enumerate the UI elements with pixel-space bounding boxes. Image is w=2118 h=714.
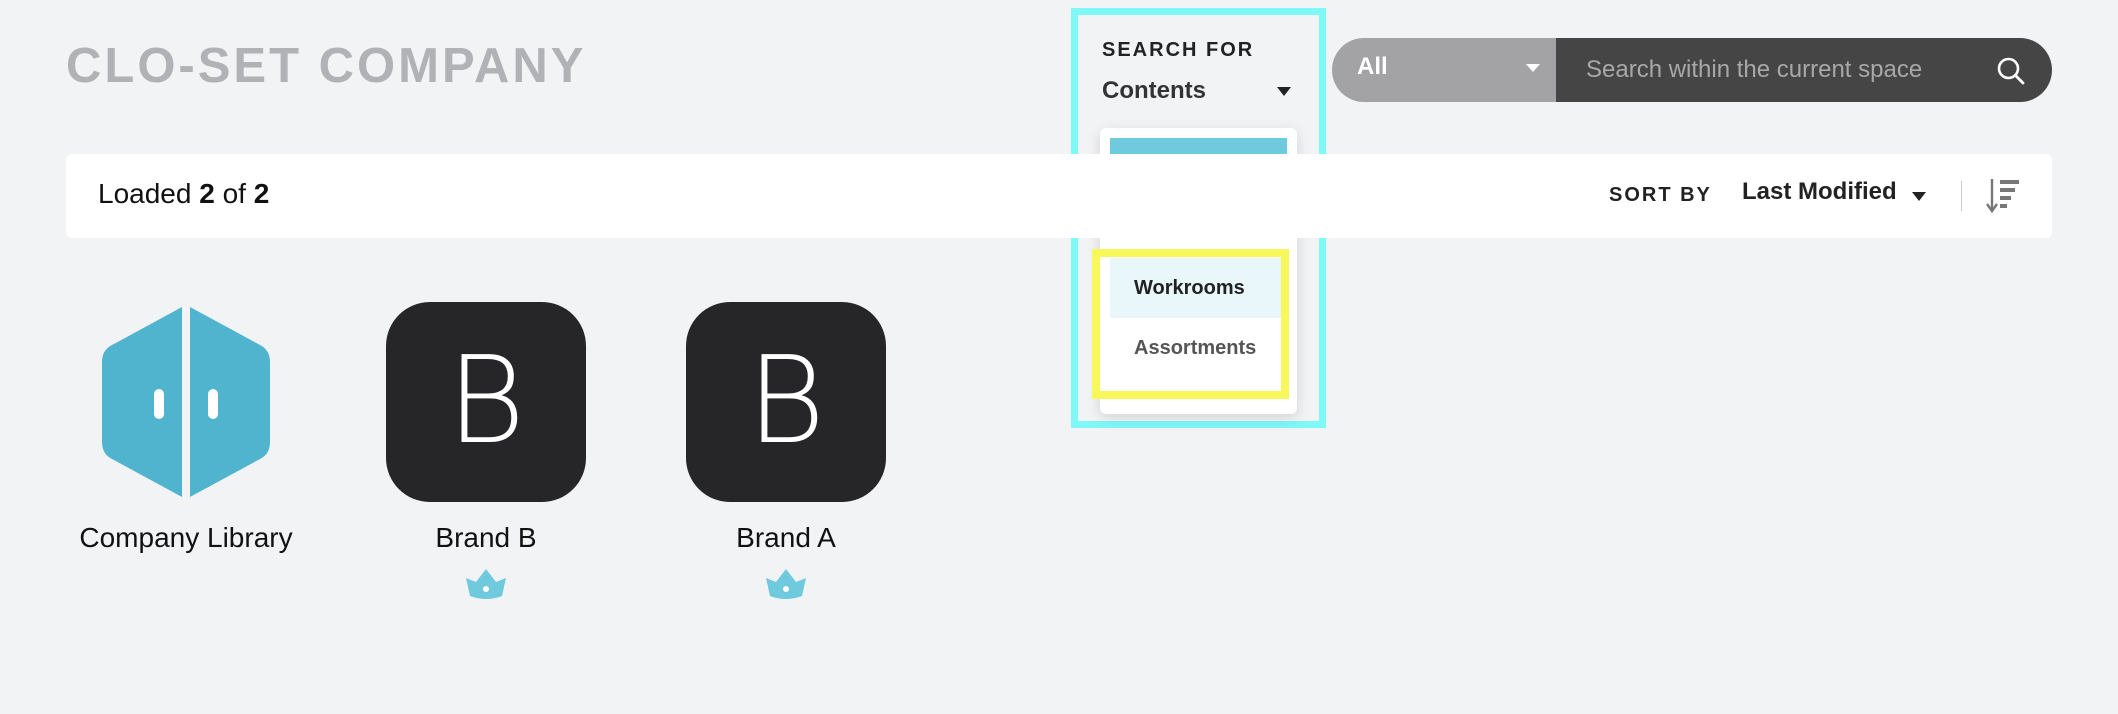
search-bar: All [1332,38,2052,102]
brand-avatar: B [386,302,586,502]
loaded-count: Loaded 2 of 2 [98,178,269,210]
sort-by-label: SORT BY [1609,184,1712,206]
tile-company-library[interactable]: Company Library [61,302,311,554]
search-scope-value: All [1357,53,1388,80]
results-toolbar: Loaded 2 of 2 SORT BY Last Modified [66,154,2052,238]
crown-icon [466,569,506,599]
caret-down-icon[interactable] [1277,87,1291,96]
tile-name: Brand B [435,522,537,553]
loaded-number: 2 [199,178,215,209]
brand-avatar: B [686,302,886,502]
tile-name: Company Library [79,522,293,553]
menu-item-workrooms[interactable]: Workrooms [1110,258,1287,318]
loaded-mid: of [214,178,254,209]
sort-select[interactable]: Last Modified [1742,178,1897,206]
tile-brand-a[interactable]: B Brand A [661,302,911,607]
caret-down-icon[interactable] [1912,192,1926,201]
tile-name: Brand A [736,522,836,553]
brand-letter: B [746,332,826,471]
search-icon[interactable] [1996,56,2026,86]
sort-descending-icon[interactable] [1986,177,2020,215]
caret-down-icon [1526,64,1540,72]
tile-brand-b[interactable]: B Brand B [361,302,611,607]
crown-icon [766,569,806,599]
search-input[interactable] [1556,38,2052,102]
search-for-value[interactable]: Contents [1102,77,1292,105]
loaded-prefix: Loaded [98,178,200,209]
divider [1961,181,1962,211]
menu-item-assortments[interactable]: Assortments [1110,318,1287,378]
library-icon [86,302,286,502]
page-title: CLO-SET COMPANY [66,39,587,93]
search-scope-select[interactable]: All [1332,38,1556,102]
loaded-total: 2 [253,178,270,209]
search-for-label: SEARCH FOR [1102,39,1255,61]
brand-letter: B [446,332,526,471]
page: CLO-SET COMPANY SEARCH FOR Contents Cont… [0,0,2118,714]
